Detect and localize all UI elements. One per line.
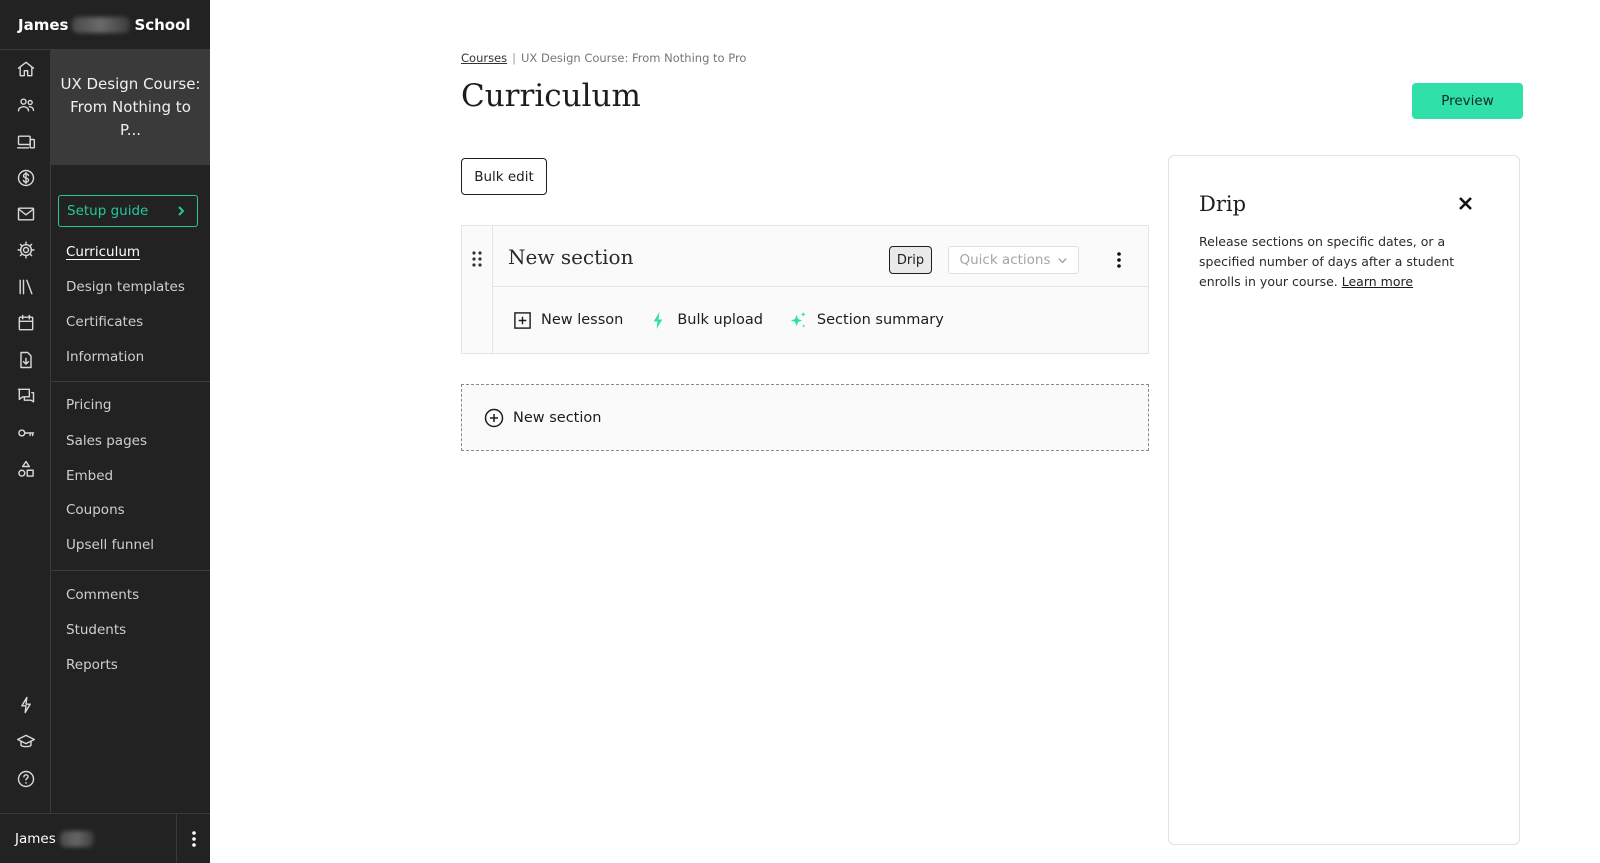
quick-actions-dropdown[interactable]: Quick actions xyxy=(948,246,1079,274)
nav-divider xyxy=(51,570,210,571)
graduation-cap-icon[interactable] xyxy=(13,729,39,755)
section-card: New section Drip Quick actions New lesso… xyxy=(461,225,1149,354)
lightning-icon[interactable] xyxy=(13,692,39,718)
bulk-upload-label: Bulk upload xyxy=(677,312,763,328)
chevron-down-icon xyxy=(1057,257,1067,263)
redacted-name xyxy=(59,830,94,847)
chat-icon[interactable] xyxy=(13,383,39,409)
breadcrumb-current: UX Design Course: From Nothing to Pro xyxy=(521,51,747,65)
sparkle-icon xyxy=(790,311,806,328)
nav-pricing[interactable]: Pricing xyxy=(66,397,112,413)
drag-handle-icon xyxy=(472,251,482,267)
page-title: Curriculum xyxy=(461,78,641,114)
dollar-icon[interactable] xyxy=(13,165,39,191)
setup-guide-button[interactable]: Setup guide xyxy=(58,195,198,227)
setup-guide-label: Setup guide xyxy=(67,203,149,219)
nav-students[interactable]: Students xyxy=(66,622,126,638)
download-file-icon[interactable] xyxy=(13,347,39,373)
nav-coupons[interactable]: Coupons xyxy=(66,502,125,518)
shapes-icon[interactable] xyxy=(13,456,39,482)
section-more-button[interactable] xyxy=(1109,247,1129,273)
quick-actions-label: Quick actions xyxy=(959,252,1051,268)
kebab-menu-icon xyxy=(191,831,196,847)
nav-curriculum[interactable]: Curriculum xyxy=(66,244,140,260)
nav-design-templates[interactable]: Design templates xyxy=(66,279,185,295)
nav-reports[interactable]: Reports xyxy=(66,657,118,673)
help-icon[interactable] xyxy=(13,766,39,792)
new-lesson-label: New lesson xyxy=(541,312,624,328)
devices-icon[interactable] xyxy=(13,129,39,155)
drip-panel: Drip Release sections on specific dates,… xyxy=(1168,155,1520,845)
breadcrumb-courses-link[interactable]: Courses xyxy=(461,51,507,65)
user-menu-button[interactable] xyxy=(176,814,210,863)
school-name[interactable]: James School xyxy=(0,0,210,50)
drag-handle[interactable] xyxy=(462,226,493,353)
home-icon[interactable] xyxy=(13,56,39,82)
new-section-label: New section xyxy=(513,409,602,426)
nav-sales-pages[interactable]: Sales pages xyxy=(66,433,147,449)
calendar-icon[interactable] xyxy=(13,310,39,336)
library-icon[interactable] xyxy=(13,274,39,300)
bulk-upload-button[interactable]: Bulk upload xyxy=(649,311,763,330)
mail-icon[interactable] xyxy=(13,201,39,227)
users-icon[interactable] xyxy=(13,92,39,118)
redacted-name xyxy=(72,16,131,33)
plus-circle-icon xyxy=(484,408,504,427)
nav-comments[interactable]: Comments xyxy=(66,587,139,603)
lightning-icon xyxy=(654,311,663,329)
icon-rail xyxy=(0,50,51,813)
nav-information[interactable]: Information xyxy=(66,349,144,365)
breadcrumb: Courses | UX Design Course: From Nothing t… xyxy=(461,51,746,65)
drip-description-text: Release sections on specific dates, or a… xyxy=(1199,234,1455,289)
new-lesson-button[interactable]: New lesson xyxy=(513,311,623,330)
chevron-right-icon xyxy=(178,206,185,216)
drip-panel-description: Release sections on specific dates, or a… xyxy=(1199,232,1499,292)
new-section-button[interactable]: New section xyxy=(461,384,1149,451)
school-name-last: School xyxy=(134,15,191,34)
nav-certificates[interactable]: Certificates xyxy=(66,314,143,330)
user-name: James xyxy=(15,830,56,847)
sidebar: James School UX Design Course: From Noth… xyxy=(0,0,210,863)
preview-button[interactable]: Preview xyxy=(1412,83,1523,119)
drip-panel-title: Drip xyxy=(1199,192,1247,216)
section-name[interactable]: New section xyxy=(508,245,633,269)
user-account[interactable]: James xyxy=(0,813,210,863)
nav-divider xyxy=(51,381,210,382)
drip-badge[interactable]: Drip xyxy=(889,246,932,274)
school-name-first: James xyxy=(18,15,69,34)
section-summary-label: Section summary xyxy=(816,312,944,328)
plus-square-icon xyxy=(514,311,531,329)
nav-upsell-funnel[interactable]: Upsell funnel xyxy=(66,537,154,553)
key-icon[interactable] xyxy=(13,420,39,446)
close-icon xyxy=(1458,196,1472,210)
section-actions: New lesson Bulk upload Section summary xyxy=(493,287,1148,353)
nav-embed[interactable]: Embed xyxy=(66,468,113,484)
section-header: New section Drip Quick actions xyxy=(493,226,1148,287)
close-button[interactable] xyxy=(1454,192,1476,214)
course-title-card[interactable]: UX Design Course: From Nothing to P... xyxy=(51,50,210,165)
learn-more-link[interactable]: Learn more xyxy=(1342,274,1413,289)
breadcrumb-separator: | xyxy=(512,51,517,65)
bulk-edit-button[interactable]: Bulk edit xyxy=(461,158,547,195)
gear-icon[interactable] xyxy=(13,237,39,263)
section-summary-button[interactable]: Section summary xyxy=(789,311,944,330)
kebab-menu-icon xyxy=(1117,252,1121,268)
course-title: UX Design Course: From Nothing to P... xyxy=(60,75,201,139)
